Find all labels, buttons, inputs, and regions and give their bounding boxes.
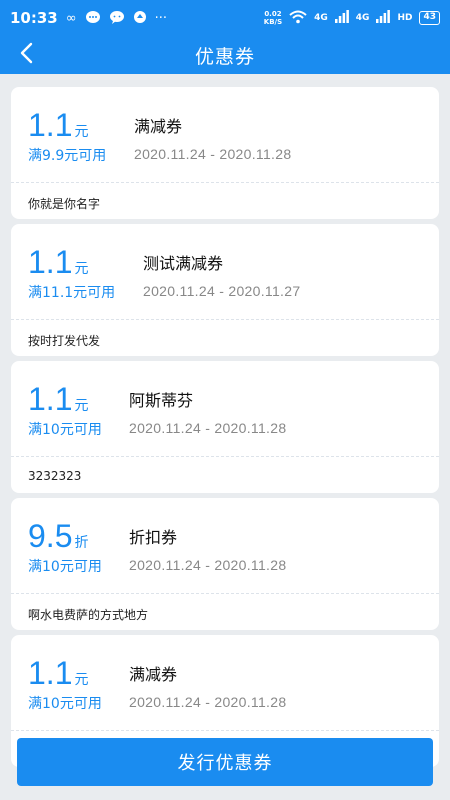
coupon-value: 9.5 [28, 518, 73, 554]
dashed-divider [11, 182, 439, 183]
hd-badge: HD [397, 13, 413, 23]
app-bar: 优惠券 [0, 36, 450, 74]
status-time: 10:33 [10, 9, 58, 27]
coupon-card[interactable]: 9.5 折 满10元可用 折扣券 2020.11.24 - 2020.11.28… [11, 498, 439, 630]
coupon-unit: 元 [74, 398, 89, 414]
coupon-value-block: 1.1 元 满10元可用 [28, 655, 102, 713]
coupon-name: 阿斯蒂芬 [129, 391, 194, 410]
back-button[interactable] [10, 40, 42, 70]
dashed-divider [11, 593, 439, 594]
coupon-value: 1.1 [28, 244, 73, 280]
signal-label-1: 4G [314, 13, 328, 23]
coupon-description: 你就是你名字 [28, 197, 101, 211]
coupon-info: 折扣券 2020.11.24 - 2020.11.28 [129, 524, 286, 573]
coupon-card[interactable]: 1.1 元 满9.9元可用 满减券 2020.11.24 - 2020.11.2… [11, 87, 439, 219]
coupon-unit: 元 [74, 672, 89, 688]
coupon-unit: 元 [74, 261, 89, 277]
network-speed-value: 0.02 [264, 10, 282, 18]
coupon-info: 满减券 2020.11.24 - 2020.11.28 [129, 661, 286, 710]
wifi-icon [289, 10, 307, 27]
infinity-icon: ∞ [65, 10, 77, 26]
coupon-name: 满减券 [129, 665, 178, 684]
coupon-value-block: 9.5 折 满10元可用 [28, 518, 102, 576]
coupon-card[interactable]: 1.1 元 满10元可用 阿斯蒂芬 2020.11.24 - 2020.11.2… [11, 361, 439, 493]
coupon-value: 1.1 [28, 107, 73, 143]
dashed-divider [11, 319, 439, 320]
app-notification-icon [133, 10, 147, 27]
coupon-condition: 满10元可用 [28, 422, 102, 438]
coupon-date: 2020.11.24 - 2020.11.28 [129, 694, 287, 710]
coupon-condition: 满9.9元可用 [28, 148, 107, 164]
network-speed-unit: KB/S [263, 18, 283, 26]
coupon-list[interactable]: 1.1 元 满9.9元可用 满减券 2020.11.24 - 2020.11.2… [0, 74, 450, 800]
coupon-date: 2020.11.24 - 2020.11.27 [143, 283, 301, 299]
coupon-unit: 折 [74, 535, 89, 551]
network-speed: 0.02 KB/S [264, 10, 282, 26]
coupon-value-block: 1.1 元 满11.1元可用 [28, 244, 115, 302]
coupon-name: 折扣券 [129, 528, 178, 547]
signal-icon [334, 10, 349, 26]
coupon-unit: 元 [74, 124, 89, 140]
coupon-info: 测试满减券 2020.11.24 - 2020.11.27 [143, 250, 300, 299]
bottom-action-bar: 发行优惠券 [0, 735, 450, 800]
dashed-divider [11, 730, 439, 731]
coupon-description: 按时打发代发 [28, 334, 101, 348]
coupon-name: 测试满减券 [143, 254, 224, 273]
coupon-condition: 满10元可用 [28, 559, 102, 575]
coupon-name: 满减券 [134, 117, 183, 136]
coupon-value-block: 1.1 元 满9.9元可用 [28, 107, 106, 165]
page-title: 优惠券 [194, 45, 255, 68]
coupon-description: 3232323 [28, 469, 82, 483]
signal-label-2: 4G [355, 13, 370, 23]
coupon-card[interactable]: 1.1 元 满11.1元可用 测试满减券 2020.11.24 - 2020.1… [11, 224, 439, 356]
coupon-condition: 满11.1元可用 [28, 285, 116, 301]
issue-coupon-button[interactable]: 发行优惠券 [17, 738, 433, 786]
more-dots-icon: ··· [154, 10, 167, 26]
coupon-info: 阿斯蒂芬 2020.11.24 - 2020.11.28 [129, 387, 286, 436]
coupon-info: 满减券 2020.11.24 - 2020.11.28 [134, 113, 291, 162]
coupon-date: 2020.11.24 - 2020.11.28 [129, 420, 287, 436]
dashed-divider [11, 456, 439, 457]
battery-indicator: 43 [419, 11, 440, 25]
coupon-date: 2020.11.24 - 2020.11.28 [134, 146, 292, 162]
signal-icon [376, 10, 391, 26]
coupon-date: 2020.11.24 - 2020.11.28 [129, 557, 287, 573]
coupon-value-block: 1.1 元 满10元可用 [28, 381, 102, 439]
coupon-description: 啊水电费萨的方式地方 [28, 608, 149, 622]
coupon-condition: 满10元可用 [28, 696, 102, 712]
status-bar: 10:33 ∞ ··· 0.02 KB/S 4G 4G HD 43 [0, 0, 450, 36]
chat-bubble-icon [109, 10, 125, 27]
coupon-value: 1.1 [28, 381, 73, 417]
dots-bubble-icon [85, 10, 101, 27]
coupon-value: 1.1 [28, 655, 73, 691]
chevron-left-icon [19, 42, 33, 68]
